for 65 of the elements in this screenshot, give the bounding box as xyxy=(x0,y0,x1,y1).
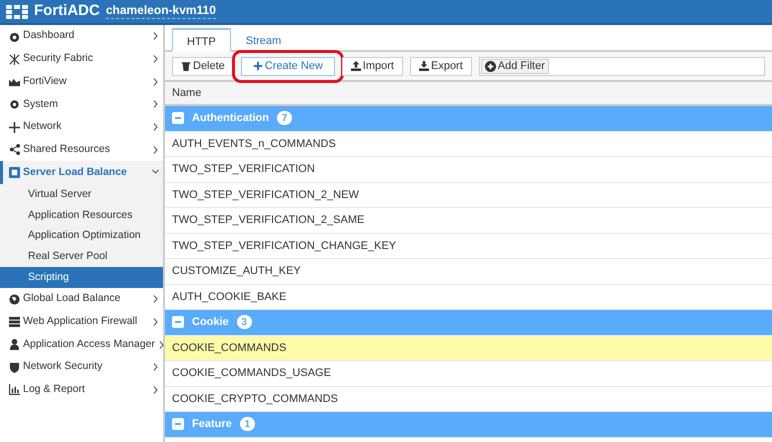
toolbar-button[interactable]: Create New xyxy=(240,56,335,76)
trash-icon xyxy=(181,61,191,71)
chevron-icon xyxy=(152,363,159,372)
chevron-icon xyxy=(152,100,159,108)
sidebar-item[interactable]: System xyxy=(0,93,163,116)
chevron-icon xyxy=(152,386,159,394)
person-icon xyxy=(9,339,20,350)
table-row[interactable]: TWO_STEP_VERIFICATION_2_NEW xyxy=(165,182,772,208)
sidebar-item[interactable]: Network Security xyxy=(0,356,163,379)
chevron-icon xyxy=(152,32,159,40)
add-filter-button[interactable]: Add Filter xyxy=(480,58,549,74)
table-row[interactable]: TWO_STEP_VERIFICATION_CHANGE_KEY xyxy=(165,234,772,259)
chevron-icon xyxy=(152,295,159,304)
sidebar-item[interactable]: Global Load Balance xyxy=(0,288,163,310)
sidebar-item[interactable]: Shared Resources xyxy=(0,138,163,162)
sidebar-item[interactable]: Log & Report xyxy=(0,378,163,402)
upload-icon xyxy=(350,61,361,71)
table-row[interactable]: CUSTOMIZE_AUTH_KEY xyxy=(165,259,772,284)
toolbar-button[interactable]: Import xyxy=(342,56,403,76)
table-row[interactable]: COOKIE_COMMANDS xyxy=(165,336,772,361)
table-row[interactable]: TWO_STEP_VERIFICATION xyxy=(165,157,772,182)
cross-icon xyxy=(9,54,20,65)
tab[interactable]: HTTP xyxy=(172,28,231,52)
collapse-icon[interactable] xyxy=(172,316,184,328)
sidebar-item[interactable]: Application Access Manager xyxy=(0,333,163,356)
plus-circle-icon xyxy=(484,60,496,72)
chevron-icon xyxy=(158,340,165,349)
tab[interactable]: Stream xyxy=(230,28,296,52)
sidebar-subitem[interactable]: Application Resources xyxy=(0,204,163,226)
sidebar-item[interactable]: Web Application Firewall xyxy=(0,310,163,334)
collapse-icon[interactable] xyxy=(172,418,184,430)
chevron-icon xyxy=(152,146,159,154)
collapse-icon[interactable] xyxy=(172,112,184,124)
sidebar-subitem[interactable]: Real Server Pool xyxy=(0,246,163,267)
share-icon xyxy=(9,144,20,156)
bar-chart-icon xyxy=(9,384,20,396)
table-row[interactable]: TWO_STEP_VERIFICATION_2_SAME xyxy=(165,208,772,234)
toolbar-button[interactable]: Delete xyxy=(172,56,234,76)
download-icon xyxy=(418,61,429,71)
sidebar-item[interactable]: FortiView xyxy=(0,70,163,94)
chevron-icon xyxy=(152,78,159,86)
table-row[interactable]: AUTH_EVENTS_n_COMMANDS xyxy=(165,132,772,157)
count-badge: 7 xyxy=(277,111,292,126)
chevron-icon xyxy=(152,55,159,64)
sidebar-item[interactable]: Dashboard xyxy=(0,25,163,48)
count-badge: 3 xyxy=(236,315,252,330)
count-badge: 1 xyxy=(240,417,255,432)
sidebar-item[interactable]: Network xyxy=(0,116,163,138)
plus-icon xyxy=(252,61,263,71)
sidebar-item[interactable]: Security Fabric xyxy=(0,48,163,70)
toolbar-button[interactable]: Export xyxy=(410,56,472,76)
sidebar-item[interactable]: Server Load Balance xyxy=(0,161,163,184)
logo-icon xyxy=(6,4,28,18)
column-header[interactable]: Name xyxy=(172,84,202,102)
product-name: FortiADC xyxy=(34,1,100,22)
sidebar-subitem[interactable]: Virtual Server xyxy=(0,184,163,205)
sidebar-subitem[interactable]: Application Optimization xyxy=(0,225,163,246)
sidebar-subitem[interactable]: Scripting xyxy=(0,267,163,288)
filter-field[interactable]: Add Filter xyxy=(478,56,765,76)
chevron-icon xyxy=(152,123,159,132)
table-row[interactable]: COOKIE_COMMANDS_USAGE xyxy=(165,361,772,386)
shield-icon xyxy=(9,362,20,373)
chevron-icon xyxy=(152,318,159,326)
chevron-icon xyxy=(152,168,159,176)
hostname[interactable]: chameleon-kvm110 xyxy=(106,4,216,19)
